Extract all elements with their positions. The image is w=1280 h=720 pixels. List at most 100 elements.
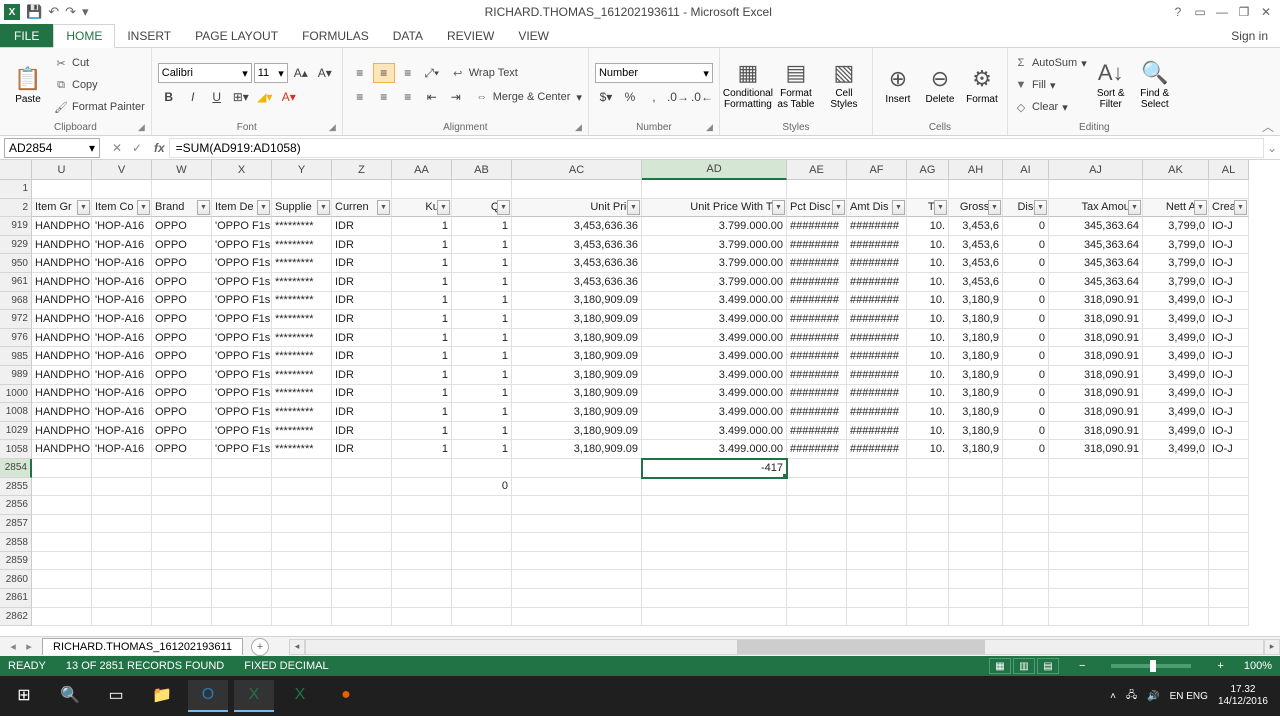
cell[interactable]: 3,180,909.09 bbox=[512, 292, 642, 311]
cell[interactable]: HANDPHO bbox=[32, 422, 92, 441]
cell[interactable]: 1 bbox=[452, 440, 512, 459]
sort-filter-button[interactable]: A↓Sort & Filter bbox=[1091, 53, 1131, 117]
cell[interactable] bbox=[272, 496, 332, 515]
cell[interactable] bbox=[92, 533, 152, 552]
cell[interactable]: 318,090.91 bbox=[1049, 310, 1143, 329]
cell[interactable]: IDR bbox=[332, 310, 392, 329]
cell[interactable]: 10. bbox=[907, 385, 949, 404]
cell[interactable]: 3.499.000.00 bbox=[642, 292, 787, 311]
cell-styles-button[interactable]: ▧Cell Styles bbox=[822, 53, 866, 117]
tab-review[interactable]: REVIEW bbox=[435, 24, 506, 47]
cell[interactable]: ********* bbox=[272, 422, 332, 441]
help-icon[interactable]: ? bbox=[1168, 5, 1188, 19]
column-header-AK[interactable]: AK bbox=[1143, 160, 1209, 180]
cell[interactable] bbox=[1003, 608, 1049, 627]
cell[interactable]: 1 bbox=[392, 254, 452, 273]
column-header-U[interactable]: U bbox=[32, 160, 92, 180]
cell[interactable]: 0 bbox=[1003, 440, 1049, 459]
cell[interactable]: ######## bbox=[787, 236, 847, 255]
sheet-tab[interactable]: RICHARD.THOMAS_161202193611 bbox=[42, 638, 243, 655]
filter-button-icon[interactable]: ▼ bbox=[1034, 200, 1047, 215]
cell[interactable] bbox=[32, 570, 92, 589]
cell[interactable] bbox=[949, 608, 1003, 627]
cell[interactable]: 3,453,636.36 bbox=[512, 236, 642, 255]
sheet-nav-first-icon[interactable]: ◂ bbox=[6, 640, 20, 653]
cell[interactable] bbox=[1143, 180, 1209, 199]
header-cell[interactable]: Nett Am▼ bbox=[1143, 199, 1209, 218]
cell[interactable] bbox=[1003, 552, 1049, 571]
cell[interactable]: HANDPHO bbox=[32, 366, 92, 385]
cell[interactable] bbox=[152, 570, 212, 589]
insert-function-icon[interactable]: fx bbox=[154, 141, 165, 155]
cell[interactable]: 10. bbox=[907, 236, 949, 255]
cell[interactable]: 3,453,636.36 bbox=[512, 273, 642, 292]
cell[interactable]: 10. bbox=[907, 273, 949, 292]
row-header[interactable]: 1029 bbox=[0, 422, 32, 441]
cell[interactable]: 3,499,0 bbox=[1143, 422, 1209, 441]
cell[interactable]: 1 bbox=[452, 254, 512, 273]
cell[interactable] bbox=[1003, 515, 1049, 534]
cell[interactable]: 3,799,0 bbox=[1143, 273, 1209, 292]
cell[interactable] bbox=[92, 459, 152, 478]
file-explorer-button[interactable]: 📁 bbox=[142, 680, 182, 712]
firefox-button[interactable]: ● bbox=[326, 680, 366, 712]
cell[interactable] bbox=[32, 552, 92, 571]
expand-formula-bar-icon[interactable]: ⌄ bbox=[1264, 141, 1280, 155]
cell[interactable]: 1 bbox=[392, 347, 452, 366]
column-header-Y[interactable]: Y bbox=[272, 160, 332, 180]
cell[interactable] bbox=[332, 180, 392, 199]
cell[interactable] bbox=[272, 478, 332, 497]
cell[interactable]: 'OPPO F1s bbox=[212, 347, 272, 366]
cell[interactable] bbox=[212, 478, 272, 497]
cell[interactable]: 3,799,0 bbox=[1143, 236, 1209, 255]
filter-button-icon[interactable]: ▼ bbox=[1128, 200, 1141, 215]
increase-indent-button[interactable]: ⇥ bbox=[445, 87, 467, 107]
cell[interactable]: IO-J bbox=[1209, 236, 1249, 255]
cell[interactable]: 3,180,9 bbox=[949, 403, 1003, 422]
cell[interactable]: 10. bbox=[907, 347, 949, 366]
font-size-select[interactable]: 11▾ bbox=[254, 63, 288, 83]
cell[interactable] bbox=[272, 533, 332, 552]
cell[interactable] bbox=[332, 478, 392, 497]
cell[interactable] bbox=[847, 459, 907, 478]
cell[interactable]: 3,180,9 bbox=[949, 347, 1003, 366]
cell[interactable]: ######## bbox=[787, 403, 847, 422]
cell[interactable]: OPPO bbox=[152, 236, 212, 255]
cell[interactable]: 0 bbox=[1003, 403, 1049, 422]
cell[interactable]: 10. bbox=[907, 310, 949, 329]
column-header-AB[interactable]: AB bbox=[452, 160, 512, 180]
conditional-formatting-button[interactable]: ▦Conditional Formatting bbox=[726, 53, 770, 117]
cell[interactable] bbox=[332, 552, 392, 571]
cell[interactable]: 3,180,909.09 bbox=[512, 385, 642, 404]
cell[interactable] bbox=[1209, 552, 1249, 571]
cell[interactable] bbox=[512, 533, 642, 552]
cell[interactable] bbox=[92, 570, 152, 589]
cell[interactable] bbox=[152, 533, 212, 552]
cell[interactable] bbox=[452, 496, 512, 515]
cell[interactable]: 'OPPO F1s bbox=[212, 217, 272, 236]
cell[interactable] bbox=[212, 608, 272, 627]
cell[interactable] bbox=[212, 533, 272, 552]
cell[interactable]: 0 bbox=[452, 478, 512, 497]
cell[interactable]: 318,090.91 bbox=[1049, 440, 1143, 459]
zoom-out-icon[interactable]: − bbox=[1079, 660, 1085, 672]
zoom-in-icon[interactable]: + bbox=[1217, 660, 1223, 672]
cell[interactable] bbox=[1003, 180, 1049, 199]
cell[interactable] bbox=[1003, 478, 1049, 497]
cell[interactable]: 3,453,6 bbox=[949, 236, 1003, 255]
wrap-text-button[interactable]: ↩Wrap Text bbox=[451, 63, 518, 83]
cell[interactable]: HANDPHO bbox=[32, 254, 92, 273]
cell[interactable]: 3.799.000.00 bbox=[642, 217, 787, 236]
cell[interactable]: 1 bbox=[452, 347, 512, 366]
delete-cells-button[interactable]: ⊖Delete bbox=[921, 53, 959, 117]
cell[interactable]: IDR bbox=[332, 329, 392, 348]
row-header[interactable]: 989 bbox=[0, 366, 32, 385]
cell[interactable]: 3.499.000.00 bbox=[642, 385, 787, 404]
row-header[interactable]: 2861 bbox=[0, 589, 32, 608]
cell[interactable]: IDR bbox=[332, 422, 392, 441]
cell[interactable]: 0 bbox=[1003, 422, 1049, 441]
filter-button-icon[interactable]: ▼ bbox=[1234, 200, 1247, 215]
filter-button-icon[interactable]: ▼ bbox=[988, 200, 1001, 215]
cell[interactable]: IDR bbox=[332, 254, 392, 273]
cell[interactable]: IDR bbox=[332, 440, 392, 459]
